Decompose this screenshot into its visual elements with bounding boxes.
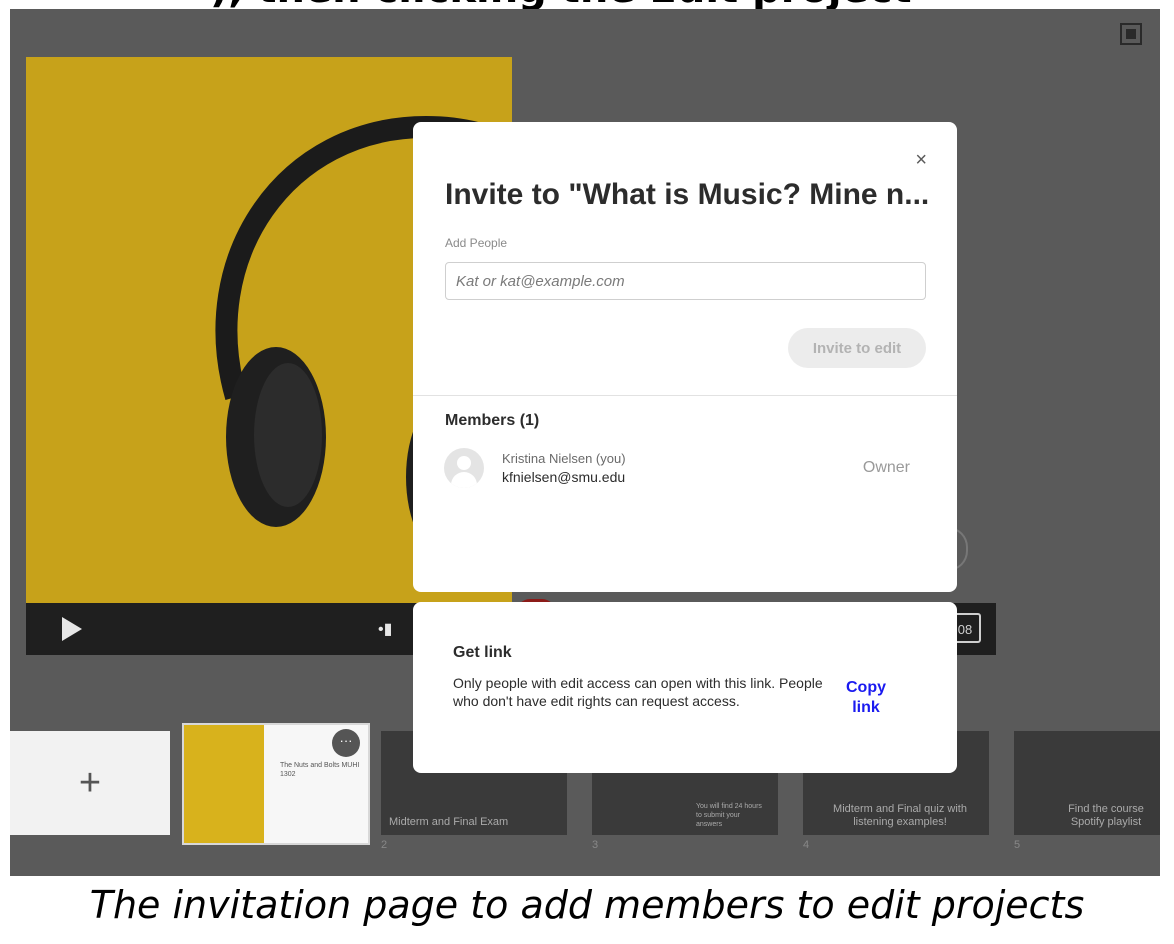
slide-number: 5 — [1014, 839, 1021, 851]
slide-thumb-5[interactable]: Find the course Spotify playlist — [1014, 731, 1160, 835]
close-icon[interactable]: × — [915, 150, 927, 170]
slide-caption: Midterm and Final quiz with listening ex… — [833, 803, 967, 828]
slide-thumb-1[interactable]: The Nuts and Bolts MUHI 1302 ··· — [182, 723, 370, 845]
play-icon[interactable] — [62, 617, 82, 641]
divider — [413, 395, 957, 396]
avatar-body — [451, 472, 477, 488]
slide-caption: Midterm and Final Exam — [389, 816, 509, 828]
add-people-label: Add People — [445, 236, 508, 250]
avatar-head — [457, 456, 471, 470]
slide-number: 4 — [803, 839, 810, 851]
more-options-icon[interactable]: ··· — [332, 729, 360, 757]
invite-dialog: × Invite to "What is Music? Mine n... Ad… — [413, 122, 957, 592]
members-title: Members (1) — [445, 412, 540, 429]
slide-thumb-image — [184, 725, 264, 843]
fullscreen-icon[interactable] — [1120, 23, 1142, 45]
member-role: Owner — [862, 459, 910, 476]
add-people-input[interactable] — [445, 262, 926, 300]
figure-caption: The invitation page to add members to ed… — [0, 876, 1174, 944]
member-email: kfnielsen@smu.edu — [502, 469, 626, 485]
slide-caption: Find the course Spotify playlist — [1068, 803, 1144, 828]
figure-caption-text: The invitation page to add members to ed… — [89, 883, 1085, 927]
cropped-heading: ), then clicking the Edit project — [0, 0, 1174, 9]
slide-number: 2 — [381, 839, 388, 851]
volume-icon[interactable]: •▮ — [378, 619, 392, 639]
copy-link-button[interactable]: Copy link — [831, 678, 901, 718]
dialog-title: Invite to "What is Music? Mine n... — [445, 178, 930, 211]
get-link-card: Get link Only people with edit access ca… — [413, 602, 957, 773]
cropped-heading-text: ), then clicking the Edit project — [210, 0, 912, 9]
slide-caption: You will find 24 hours to submit your an… — [696, 803, 762, 828]
get-link-description: Only people with edit access can open wi… — [453, 675, 823, 709]
get-link-title: Get link — [453, 644, 512, 661]
add-slide-button[interactable]: + — [10, 731, 170, 835]
invite-to-edit-button[interactable]: Invite to edit — [788, 328, 926, 368]
member-name: Kristina Nielsen (you) — [502, 451, 626, 466]
slide-number: 3 — [592, 839, 599, 851]
slide-thumb-text: The Nuts and Bolts MUHI 1302 — [280, 762, 360, 778]
avatar — [444, 448, 484, 488]
